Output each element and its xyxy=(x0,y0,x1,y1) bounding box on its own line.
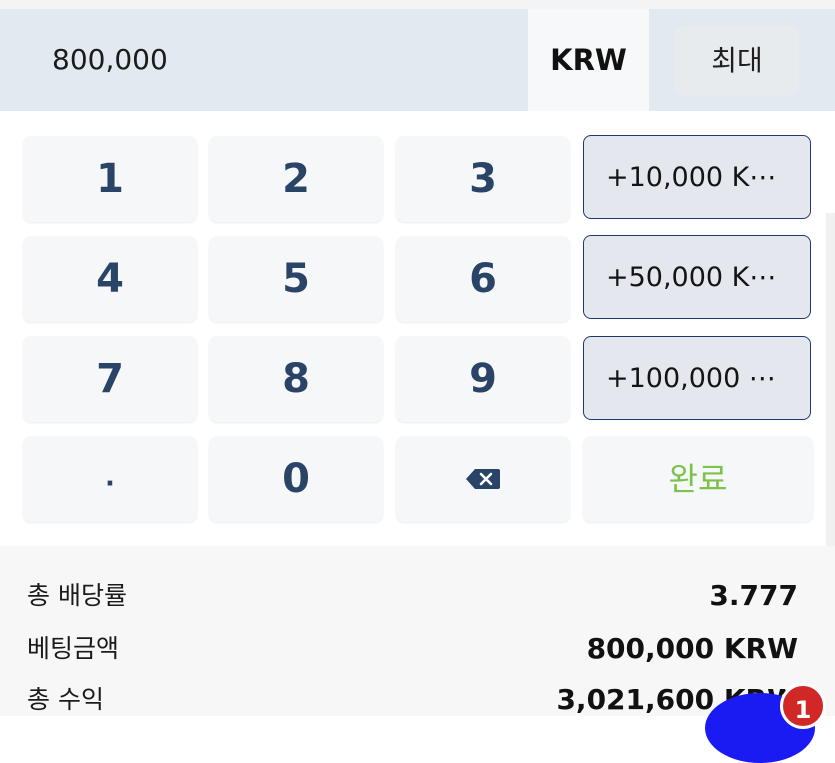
key-9[interactable]: 9 xyxy=(396,336,570,422)
total-odds-value: 3.777 xyxy=(709,579,798,612)
key-5[interactable]: 5 xyxy=(209,236,383,322)
key-2[interactable]: 2 xyxy=(209,136,383,222)
done-button[interactable]: 완료 xyxy=(583,436,813,522)
key-0[interactable]: 0 xyxy=(209,436,383,522)
summary-row-total-return: 총 수익 3,021,600 KRW xyxy=(27,680,798,720)
numeric-keypad: 1 2 3 +10,000 K⋯ 4 5 6 +50,000 K⋯ 7 8 9 … xyxy=(0,111,835,546)
notification-badge: 1 xyxy=(780,683,826,729)
max-button[interactable]: 최대 xyxy=(675,26,799,95)
top-strip xyxy=(0,0,835,9)
key-7[interactable]: 7 xyxy=(23,336,197,422)
key-1[interactable]: 1 xyxy=(23,136,197,222)
backspace-icon xyxy=(466,469,500,489)
total-odds-label: 총 배당률 xyxy=(27,581,127,610)
key-8[interactable]: 8 xyxy=(209,336,383,422)
quick-add-50000-button[interactable]: +50,000 K⋯ xyxy=(583,235,811,319)
bet-amount-value: 800,000 KRW xyxy=(586,632,798,665)
scrollbar[interactable] xyxy=(826,213,835,548)
key-6[interactable]: 6 xyxy=(396,236,570,322)
total-return-label: 총 수익 xyxy=(27,685,104,714)
key-3[interactable]: 3 xyxy=(396,136,570,222)
bet-summary: 총 배당률 3.777 베팅금액 800,000 KRW 총 수익 3,021,… xyxy=(0,546,835,716)
quick-add-10000-button[interactable]: +10,000 K⋯ xyxy=(583,135,811,219)
quick-add-100000-button[interactable]: +100,000 ⋯ xyxy=(583,336,811,420)
summary-row-total-odds: 총 배당률 3.777 xyxy=(27,576,798,616)
currency-label: KRW xyxy=(528,9,649,111)
bet-amount-input[interactable]: 800,000 xyxy=(52,9,168,111)
summary-row-bet-amount: 베팅금액 800,000 KRW xyxy=(27,629,798,669)
decimal-point-label: · xyxy=(105,469,115,499)
backspace-button[interactable] xyxy=(396,436,570,522)
bet-amount-bar: 800,000 KRW 최대 xyxy=(0,9,835,111)
bet-amount-label: 베팅금액 xyxy=(27,634,120,663)
key-4[interactable]: 4 xyxy=(23,236,197,322)
key-decimal[interactable]: · xyxy=(23,436,197,522)
